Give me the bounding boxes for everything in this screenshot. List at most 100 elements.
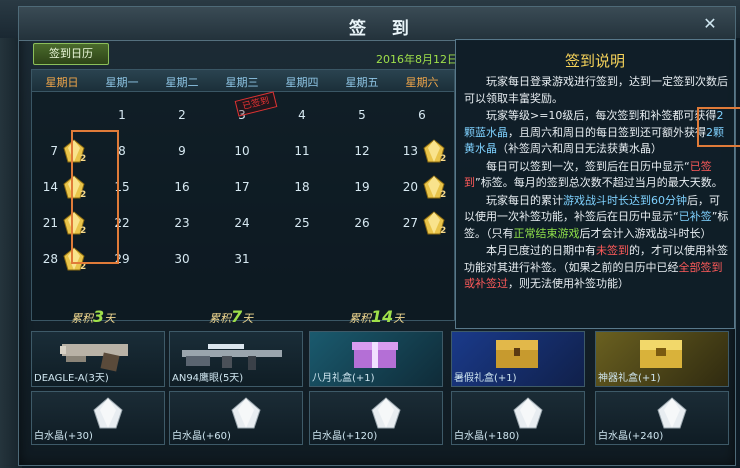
calendar-day[interactable]: 9 xyxy=(152,134,212,170)
calendar-day-number: 26 xyxy=(354,216,370,230)
crystal-reward-120[interactable]: 白水晶(+120) xyxy=(309,391,443,445)
window-title: 签 到 xyxy=(349,19,419,39)
calendar-day[interactable]: 1 xyxy=(92,98,152,134)
calendar-day[interactable]: 24 xyxy=(212,206,272,242)
calendar-day[interactable]: 27 2 xyxy=(392,206,452,242)
calendar-day-number: 19 xyxy=(354,180,370,194)
calendar-day-number: 20 xyxy=(402,180,418,194)
calendar-day-number: 23 xyxy=(174,216,190,230)
crystal-reward-highlight xyxy=(697,107,740,147)
reward-artifact-box[interactable]: 神器礼盒(+1) xyxy=(595,331,729,387)
calendar-day-number: 11 xyxy=(294,144,310,158)
calendar-day-number: 5 xyxy=(358,108,366,122)
calendar-day-number: 13 xyxy=(402,144,418,158)
calendar-day-number: 28 xyxy=(42,252,58,266)
calendar-day[interactable]: 13 2 xyxy=(392,134,452,170)
reward-deagle[interactable]: DEAGLE-A(3天) xyxy=(31,331,165,387)
calendar-day-number: 30 xyxy=(174,252,190,266)
calendar-day[interactable]: 5 xyxy=(332,98,392,134)
calendar-day[interactable]: 25 xyxy=(272,206,332,242)
reward-count: 2 xyxy=(440,226,447,236)
info-paragraph-5: 本月已度过的日期中有未签到的，才可以使用补签功能对其进行补签。（如果之前的日历中… xyxy=(464,244,728,290)
weekday-tuesday: 星期二 xyxy=(165,76,199,89)
pistol-icon xyxy=(60,344,128,372)
calendar-day[interactable]: 4 xyxy=(272,98,332,134)
accum-14-days: 累积14天 xyxy=(349,307,405,326)
crystal-reward-30[interactable]: 白水晶(+30) xyxy=(31,391,165,445)
calendar-day[interactable]: 23 xyxy=(152,206,212,242)
white-crystal-icon xyxy=(93,397,123,429)
calendar-day-number: 17 xyxy=(234,180,250,194)
reward-an94[interactable]: AN94鹰眼(5天) xyxy=(169,331,303,387)
weekday-sunday: 星期日 xyxy=(45,76,79,89)
sunday-reward-highlight xyxy=(71,130,119,264)
calendar-day-number: 27 xyxy=(402,216,418,230)
calendar-day[interactable]: 16 xyxy=(152,170,212,206)
weekday-thursday: 星期四 xyxy=(285,76,319,89)
calendar-day[interactable]: 12 xyxy=(332,134,392,170)
crystal-reward-240[interactable]: 白水晶(+240) xyxy=(595,391,729,445)
calendar-day-number: 31 xyxy=(234,252,250,266)
weekday-wednesday: 星期三 xyxy=(225,76,259,89)
info-paragraph-4: 玩家每日的累计游戏战斗时长达到60分钟后，可以使用一次补签功能，补签后在日历中显… xyxy=(464,193,729,240)
calendar-day-number: 14 xyxy=(42,180,58,194)
crystal-label: 白水晶(+60) xyxy=(172,431,231,442)
calendar-empty-cell xyxy=(392,242,452,278)
calendar-empty-cell xyxy=(332,242,392,278)
calendar-day-number: 10 xyxy=(234,144,250,158)
calendar-day[interactable]: 30 xyxy=(152,242,212,278)
crystal-reward-60[interactable]: 白水晶(+60) xyxy=(169,391,303,445)
reward-count: 2 xyxy=(440,190,447,200)
weekday-monday: 星期一 xyxy=(105,76,139,89)
crystal-reward-180[interactable]: 白水晶(+180) xyxy=(451,391,585,445)
calendar-day-number: 21 xyxy=(42,216,58,230)
calendar-day[interactable]: 6 xyxy=(392,98,452,134)
reward-label: 暑假礼盒(+1) xyxy=(454,373,517,384)
close-button[interactable]: ✕ xyxy=(699,13,721,35)
current-date: 2016年8月12日 xyxy=(376,53,458,66)
reward-august-box[interactable]: 八月礼盒(+1) xyxy=(309,331,443,387)
reward-label: AN94鹰眼(5天) xyxy=(172,373,244,384)
crystal-label: 白水晶(+180) xyxy=(454,431,520,442)
reward-label: 八月礼盒(+1) xyxy=(312,373,375,384)
gift-box-icon xyxy=(352,342,398,368)
info-paragraph-2: 玩家等级>=10级后，每次签到和补签都可获得2颗蓝水晶，且周六和周日的每日签到还… xyxy=(464,109,724,155)
reward-summer-box[interactable]: 暑假礼盒(+1) xyxy=(451,331,585,387)
reward-label: DEAGLE-A(3天) xyxy=(34,373,109,384)
info-paragraph-3: 每日可以签到一次，签到后在日历中显示“已签到”标签。每月的签到总次数不超过当月的… xyxy=(464,159,723,190)
tab-signin-calendar[interactable]: 签到日历 xyxy=(33,43,109,65)
calendar-day[interactable]: 18 xyxy=(272,170,332,206)
weekday-saturday: 星期六 xyxy=(405,76,439,89)
accumulate-row: 累积3天 累积7天 累积14天 xyxy=(19,307,735,329)
weekday-friday: 星期五 xyxy=(345,76,379,89)
info-body: 玩家每日登录游戏进行签到，达到一定签到次数后可以领取丰富奖励。 玩家等级>=10… xyxy=(464,74,730,294)
calendar-day-number: 2 xyxy=(178,108,186,122)
calendar-day-number: 4 xyxy=(298,108,306,122)
calendar-day[interactable]: 11 xyxy=(272,134,332,170)
calendar-day[interactable]: 26 xyxy=(332,206,392,242)
info-paragraph-1: 玩家每日登录游戏进行签到，达到一定签到次数后可以领取丰富奖励。 xyxy=(464,75,728,105)
calendar-day[interactable]: 10 xyxy=(212,134,272,170)
calendar-day-number: 9 xyxy=(178,144,186,158)
calendar-day-number: 16 xyxy=(174,180,190,194)
calendar-day-number: 24 xyxy=(234,216,250,230)
golden-chest-icon xyxy=(640,340,682,368)
calendar-day-number: 18 xyxy=(294,180,310,194)
calendar-day[interactable]: 20 2 xyxy=(392,170,452,206)
crystal-label: 白水晶(+240) xyxy=(598,431,664,442)
accum-7-days: 累积7天 xyxy=(209,307,254,326)
rifle-icon xyxy=(182,344,282,370)
calendar-day[interactable]: 2 xyxy=(152,98,212,134)
calendar-day[interactable]: 19 xyxy=(332,170,392,206)
title-bar: 签 到 ✕ xyxy=(19,7,735,41)
calendar-day[interactable]: 17 xyxy=(212,170,272,206)
calendar-header: 星期日 星期一 星期二 星期三 星期四 星期五 星期六 xyxy=(32,70,454,92)
calendar-day-number: 1 xyxy=(118,108,126,122)
crystal-label: 白水晶(+120) xyxy=(312,431,378,442)
treasure-chest-icon xyxy=(496,340,538,368)
calendar-day[interactable]: 31 xyxy=(212,242,272,278)
crystal-label: 白水晶(+30) xyxy=(34,431,93,442)
reward-label: 神器礼盒(+1) xyxy=(598,373,661,384)
calendar-day-number: 12 xyxy=(354,144,370,158)
reward-count: 2 xyxy=(440,154,447,164)
